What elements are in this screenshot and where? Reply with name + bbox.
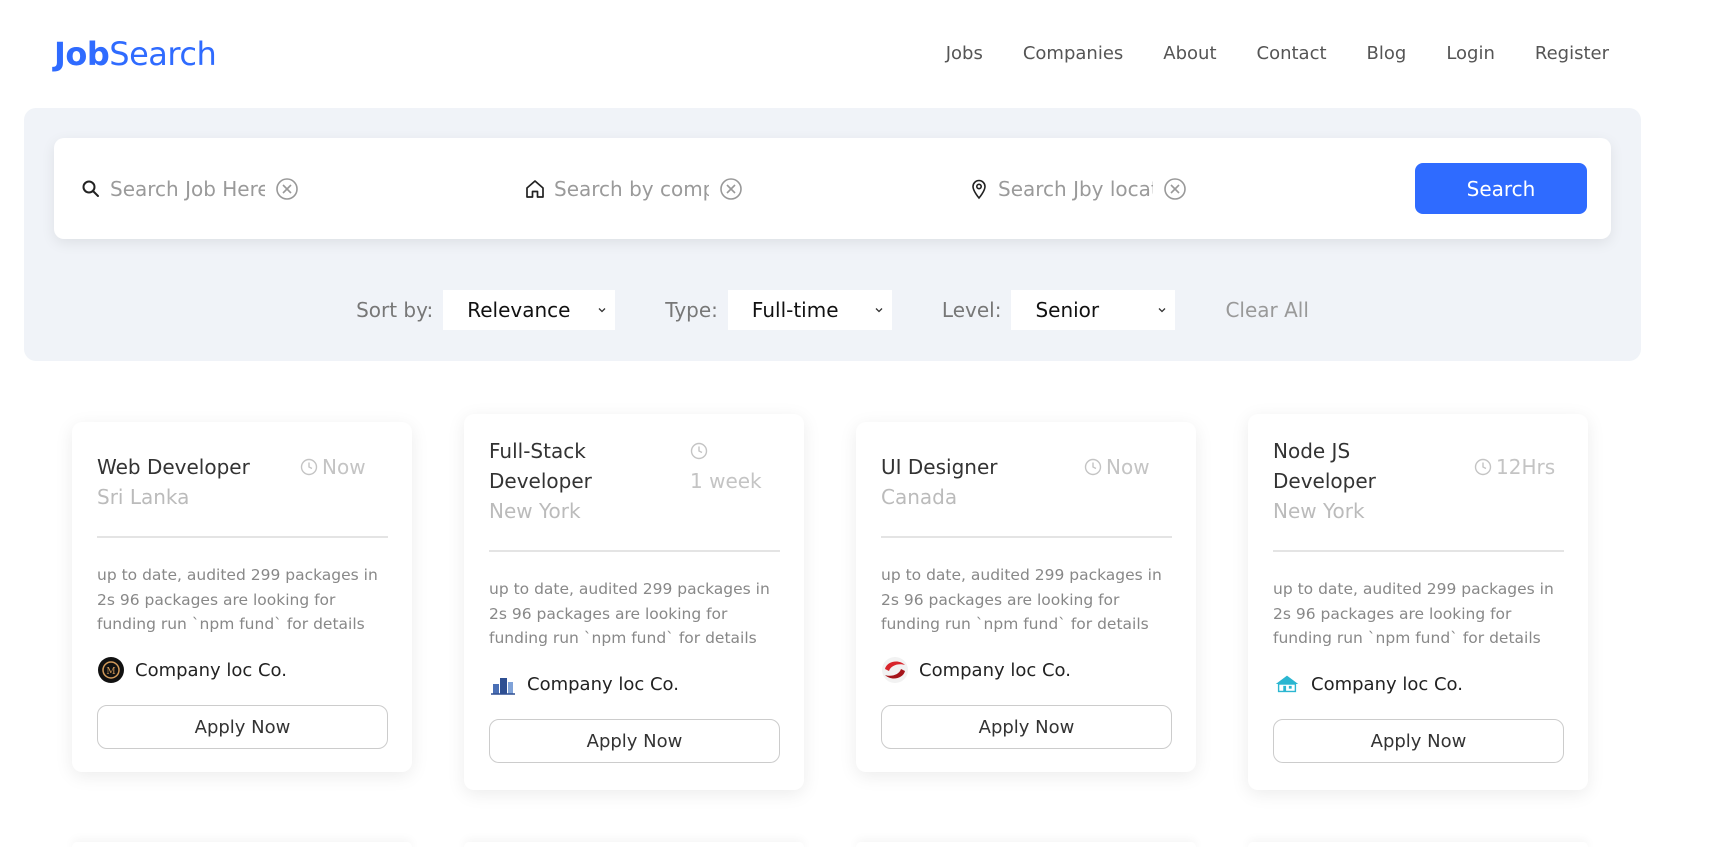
location-search-input[interactable] <box>998 177 1153 201</box>
company-name: Company loc Co. <box>135 659 287 681</box>
sort-value: Relevance <box>467 298 571 322</box>
company-info[interactable]: Company loc Co. <box>489 670 679 698</box>
search-box: Search <box>54 138 1611 239</box>
job-search-input[interactable] <box>110 177 265 201</box>
home-icon <box>524 178 546 200</box>
job-title[interactable]: Full-Stack Developer <box>489 436 659 496</box>
job-title[interactable]: Web Developer <box>97 452 287 482</box>
job-card-next-row <box>1248 842 1588 847</box>
company-name: Company loc Co. <box>919 659 1071 681</box>
job-location: New York <box>489 499 581 523</box>
clock-icon <box>1084 458 1102 476</box>
nav-about[interactable]: About <box>1163 42 1216 66</box>
job-description: up to date, audited 299 packages in 2s 9… <box>489 580 770 647</box>
nav-contact[interactable]: Contact <box>1257 42 1327 66</box>
job-search-field <box>80 174 299 204</box>
chevron-down-icon <box>598 308 606 313</box>
search-button[interactable]: Search <box>1415 163 1587 214</box>
apply-now-button[interactable]: Apply Now <box>881 705 1172 749</box>
job-description: up to date, audited 299 packages in 2s 9… <box>881 566 1162 633</box>
location-pin-icon <box>968 178 990 200</box>
company-logo-icon: M <box>97 656 125 684</box>
brand-logo-part2: Search <box>109 35 217 73</box>
chevron-down-icon <box>1158 308 1166 313</box>
clock-icon <box>690 442 708 460</box>
job-description: up to date, audited 299 packages in 2s 9… <box>97 566 378 633</box>
filter-bar: Sort by: Relevance Type: Full-time Level… <box>24 290 1641 330</box>
chevron-down-icon <box>875 308 883 313</box>
sort-label: Sort by: <box>356 298 434 322</box>
clock-icon <box>1474 458 1492 476</box>
clear-all-button[interactable]: Clear All <box>1225 298 1308 322</box>
svg-text:M: M <box>106 667 115 677</box>
job-card: Node JS Developer 12Hrs New York up to d… <box>1248 414 1588 790</box>
company-name: Company loc Co. <box>1311 673 1463 695</box>
nav-login[interactable]: Login <box>1446 42 1495 66</box>
job-card: Full-Stack Developer 1 week New York up … <box>464 414 804 790</box>
nav-companies[interactable]: Companies <box>1023 42 1123 66</box>
company-info[interactable]: Company loc Co. <box>881 656 1071 684</box>
header: JobSearch Jobs Companies About Contact B… <box>0 0 1717 100</box>
job-card: UI Designer Now Canada up to date, audit… <box>856 422 1196 772</box>
job-location: Sri Lanka <box>97 485 190 509</box>
job-title[interactable]: Node JS Developer <box>1273 436 1443 496</box>
divider <box>881 536 1172 538</box>
type-value: Full-time <box>751 298 839 322</box>
type-select[interactable]: Full-time <box>727 290 892 330</box>
job-description: up to date, audited 299 packages in 2s 9… <box>1273 580 1554 647</box>
company-info[interactable]: Company loc Co. <box>1273 670 1463 698</box>
search-panel: Search Sort by: Relevance Type: Full-tim… <box>24 108 1641 361</box>
company-logo-icon <box>1273 670 1301 698</box>
job-location: Canada <box>881 485 958 509</box>
posted-time: Now <box>1084 452 1150 482</box>
posted-time-text: 12Hrs <box>1496 455 1556 479</box>
apply-now-button[interactable]: Apply Now <box>97 705 388 749</box>
company-info[interactable]: M Company loc Co. <box>97 656 287 684</box>
divider <box>1273 550 1564 552</box>
posted-time-text: Now <box>322 455 366 479</box>
divider <box>97 536 388 538</box>
posted-time: Now <box>300 452 366 482</box>
search-icon <box>80 178 102 200</box>
posted-time: 1 week <box>690 436 762 496</box>
nav-blog[interactable]: Blog <box>1367 42 1407 66</box>
job-location: New York <box>1273 499 1365 523</box>
clear-icon[interactable] <box>719 177 743 201</box>
apply-now-button[interactable]: Apply Now <box>489 719 780 763</box>
clock-icon <box>300 458 318 476</box>
job-card-next-row <box>464 842 804 847</box>
posted-time-text: Now <box>1106 455 1150 479</box>
type-label: Type: <box>665 298 718 322</box>
nav-register[interactable]: Register <box>1535 42 1609 66</box>
level-value: Senior <box>1035 298 1100 322</box>
company-search-field <box>524 174 743 204</box>
company-logo-icon <box>881 656 909 684</box>
level-select[interactable]: Senior <box>1011 290 1176 330</box>
brand-logo-part1: Job <box>54 35 110 73</box>
job-title[interactable]: UI Designer <box>881 452 1071 482</box>
divider <box>489 550 780 552</box>
apply-now-button[interactable]: Apply Now <box>1273 719 1564 763</box>
job-card-next-row <box>856 842 1196 847</box>
company-search-input[interactable] <box>554 177 709 201</box>
nav-jobs[interactable]: Jobs <box>946 42 983 66</box>
level-label: Level: <box>941 298 1002 322</box>
job-card-next-row <box>72 842 412 847</box>
sort-select[interactable]: Relevance <box>443 290 616 330</box>
brand-logo[interactable]: JobSearch <box>54 34 217 74</box>
clear-icon[interactable] <box>275 177 299 201</box>
clear-icon[interactable] <box>1163 177 1187 201</box>
location-search-field <box>968 174 1187 204</box>
job-card: Web Developer Now Sri Lanka up to date, … <box>72 422 412 772</box>
company-logo-icon <box>489 670 517 698</box>
posted-time: 12Hrs <box>1474 452 1555 482</box>
main-nav: Jobs Companies About Contact Blog Login … <box>946 42 1609 66</box>
posted-time-text: 1 week <box>690 469 762 493</box>
company-name: Company loc Co. <box>527 673 679 695</box>
